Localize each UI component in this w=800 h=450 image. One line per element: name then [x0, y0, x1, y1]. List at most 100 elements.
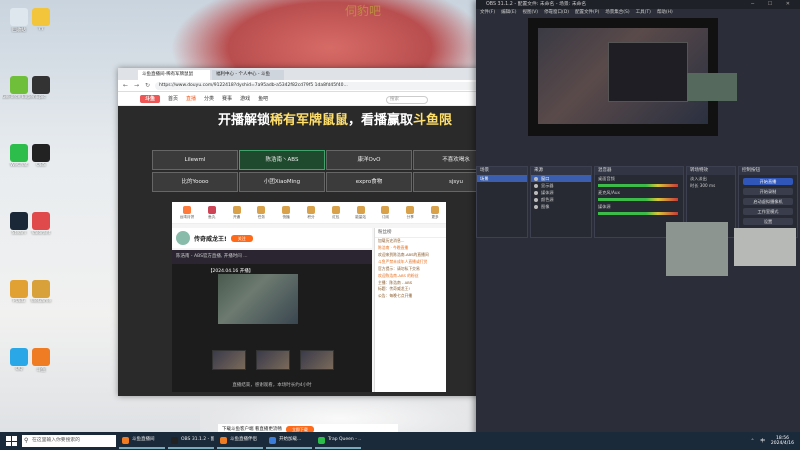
desktop-icon[interactable]: WeGame: [24, 280, 58, 304]
streamer-cell[interactable]: Lilewml: [152, 150, 238, 170]
obs-control-button[interactable]: 工作室模式: [743, 208, 793, 215]
obs-preview[interactable]: [528, 18, 737, 136]
source-item[interactable]: 显示器: [531, 182, 591, 189]
eye-icon[interactable]: [534, 197, 538, 202]
taskbar-app-label: 斗鱼直播间: [132, 437, 155, 442]
nav-item-games[interactable]: 游戏: [240, 95, 250, 102]
video-thumbnail[interactable]: [212, 350, 246, 370]
streamer-cell[interactable]: 陈浩南丶ABS: [239, 150, 325, 170]
window-controls[interactable]: ─ ☐ ✕: [751, 1, 796, 7]
gift-item[interactable]: 分享: [399, 205, 421, 220]
gift-label: 鱼丸: [208, 214, 216, 219]
video-player[interactable]: 陈浩南 - ABS官方直播, 开播时间 ... 【2024.04.16 开播】 …: [172, 250, 372, 392]
gift-item[interactable]: 更多: [424, 205, 446, 220]
taskbar-app[interactable]: Trap Queen - ...: [315, 433, 361, 449]
chat-header[interactable]: 粉丝榜: [375, 228, 446, 238]
follow-button[interactable]: 关注: [230, 234, 253, 242]
source-item[interactable]: 图像: [531, 203, 591, 210]
taskbar-app[interactable]: OBS 31.1.2 - 配置: [168, 433, 214, 449]
chat-message: 欢迎陈浩南-ABS 的粉丝: [378, 272, 419, 278]
gift-item[interactable]: 台湾月饼: [176, 205, 198, 220]
windows-start-icon[interactable]: [4, 434, 18, 448]
gift-item[interactable]: 快播: [275, 205, 297, 220]
gift-item[interactable]: 开通: [226, 205, 248, 220]
nav-item-fishbar[interactable]: 鱼吧: [258, 95, 268, 102]
gift-item[interactable]: 订阅: [375, 205, 397, 220]
volume-meter[interactable]: [598, 212, 678, 215]
obs-menu-item[interactable]: 停靠窗口(D): [544, 9, 569, 17]
gift-label: 更多: [431, 214, 439, 219]
site-nav: 斗鱼 首页 直播 分类 赛事 游戏 鱼吧: [118, 92, 488, 106]
source-item[interactable]: 媒体源: [531, 189, 591, 196]
nav-item-home[interactable]: 首页: [168, 95, 178, 102]
dock-title: 转场特效: [687, 167, 735, 175]
taskbar-app[interactable]: 斗鱼直播伴侣: [217, 433, 263, 449]
streamer-cell[interactable]: 小团XiaoMing: [239, 172, 325, 192]
ime-indicator[interactable]: 中: [760, 438, 765, 444]
eye-icon[interactable]: [534, 176, 538, 181]
gift-item[interactable]: 鱼丸: [201, 205, 223, 220]
obs-menu-item[interactable]: 文件(F): [480, 9, 495, 17]
volume-meter[interactable]: [598, 184, 678, 187]
streamer-cell[interactable]: expro食物: [326, 172, 412, 192]
nav-item-category[interactable]: 分类: [204, 95, 214, 102]
chevron-up-icon[interactable]: ⌃: [751, 439, 755, 444]
obs-menu-item[interactable]: 编辑(E): [501, 9, 516, 17]
obs-menu-item[interactable]: 场景集合(S): [605, 9, 629, 17]
gift-item[interactable]: 积分: [300, 205, 322, 220]
gift-bar: 台湾月饼 鱼丸 开通 任务 快播 积分 红包 能量站 订阅 分享 更多: [172, 202, 446, 224]
video-thumbnail[interactable]: [256, 350, 290, 370]
avatar[interactable]: [176, 231, 190, 245]
reload-icon[interactable]: ↻: [144, 82, 151, 89]
streamer-cell[interactable]: 康洋OvO: [326, 150, 412, 170]
obs-menu-item[interactable]: 工具(T): [636, 9, 651, 17]
obs-menu-item[interactable]: 配置文件(P): [575, 9, 599, 17]
taskbar-search[interactable]: 在这里输入你要搜索的: [22, 435, 116, 447]
taskbar-app[interactable]: 开始加载...: [266, 433, 312, 449]
transition-select[interactable]: 淡入淡出: [687, 175, 735, 182]
streamer-cell[interactable]: 比的Yoooo: [152, 172, 238, 192]
url-field[interactable]: https://www.douyu.com/9122418?dyshid=7a9…: [155, 81, 484, 90]
douyu-logo[interactable]: 斗鱼: [140, 94, 160, 103]
gift-item[interactable]: 能量站: [350, 205, 372, 220]
gift-label: 订阅: [381, 214, 389, 219]
source-item[interactable]: 窗口: [531, 175, 591, 182]
taskbar-app-label: 开始加载...: [279, 437, 302, 442]
source-label: 显示器: [541, 183, 554, 188]
forward-icon[interactable]: →: [133, 82, 140, 89]
chat-list: 加载历史消息... 陈浩南 · 今晚直播 欢迎来到陈浩南-ABS的直播间 斗鱼严禁未成…: [375, 238, 446, 300]
obs-control-button[interactable]: 设置: [743, 218, 793, 225]
nav-item-live[interactable]: 直播: [186, 95, 196, 102]
chat-message: 主播：陈浩南 - ABS: [378, 279, 413, 285]
desktop-icon[interactable]: Valorant: [24, 212, 58, 236]
gift-label: 开通: [232, 214, 241, 219]
video-thumbnail[interactable]: [300, 350, 334, 370]
obs-control-button[interactable]: 开始直播: [743, 178, 793, 185]
eye-icon[interactable]: [534, 204, 538, 209]
gift-item[interactable]: 红包: [325, 205, 347, 220]
desktop-icon[interactable]: 斗鱼: [24, 348, 58, 373]
taskbar-app[interactable]: 斗鱼直播间: [119, 433, 165, 449]
volume-meter[interactable]: [598, 198, 678, 201]
clock[interactable]: 18:56 2024/4/16: [771, 436, 794, 447]
browser-tab[interactable]: 斗鱼直播间-稀有军牌鼠鼠: [138, 70, 210, 80]
search-input[interactable]: 搜索: [386, 96, 428, 104]
nav-item-events[interactable]: 赛事: [222, 95, 232, 102]
gift-item[interactable]: 任务: [250, 205, 272, 220]
obs-control-button[interactable]: 开始录制: [743, 188, 793, 195]
browser-tab[interactable]: 福利中心 - 个人中心 - 斗鱼: [212, 70, 284, 80]
mixer-channel-label: 媒体源: [598, 204, 611, 209]
obs-menu-item[interactable]: 视图(V): [522, 9, 538, 17]
video-frame[interactable]: [218, 274, 298, 324]
back-icon[interactable]: ←: [122, 82, 129, 89]
desktop-icon[interactable]: OBS: [24, 144, 58, 168]
eye-icon[interactable]: [534, 183, 538, 188]
obs-control-button[interactable]: 启动虚拟摄像机: [743, 198, 793, 205]
desktop-icon[interactable]: YY: [24, 8, 58, 32]
desktop-icon[interactable]: Epic: [24, 76, 58, 100]
transition-duration[interactable]: 时长 300 ms: [687, 182, 735, 189]
obs-menu-item[interactable]: 帮助(H): [657, 9, 673, 17]
scene-item[interactable]: 场景: [477, 175, 527, 182]
source-item[interactable]: 颜色源: [531, 196, 591, 203]
eye-icon[interactable]: [534, 190, 538, 195]
